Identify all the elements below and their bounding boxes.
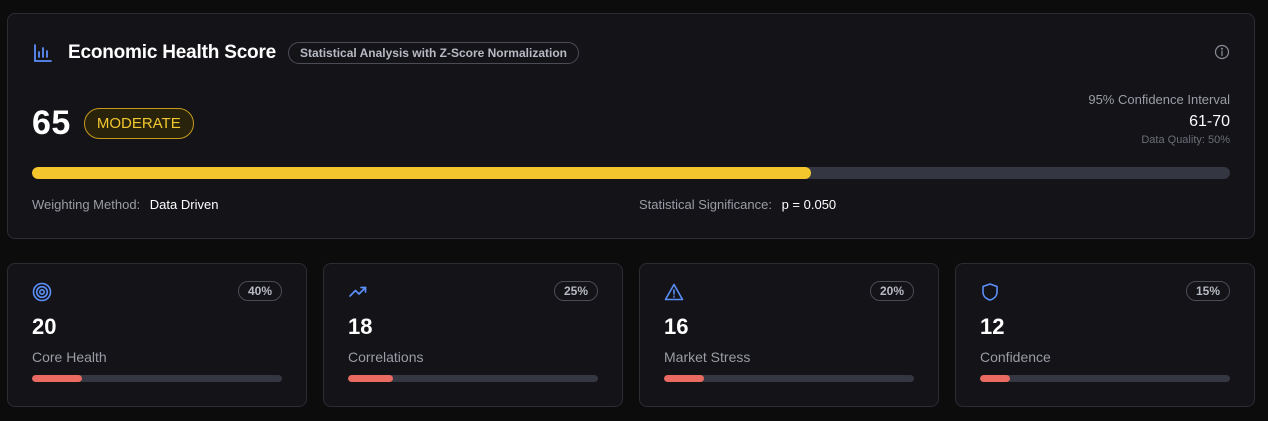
component-value: 16 xyxy=(664,314,689,339)
score-row: 65 MODERATE xyxy=(32,104,194,143)
component-card-correlations: 25% 18 Correlations xyxy=(323,263,623,407)
card-header: Economic Health Score Statistical Analys… xyxy=(32,42,579,64)
component-progress-fill xyxy=(664,375,704,382)
component-progress-fill xyxy=(980,375,1010,382)
subtitle-badge: Statistical Analysis with Z-Score Normal… xyxy=(288,42,579,64)
confidence-interval: 95% Confidence Interval 61-70 Data Quali… xyxy=(1088,92,1230,146)
weighting-method-value: Data Driven xyxy=(149,197,219,212)
component-value: 12 xyxy=(980,314,1005,339)
bar-chart-icon xyxy=(32,42,54,64)
health-score-value: 65 xyxy=(32,104,71,142)
component-label: Confidence xyxy=(980,349,1051,365)
component-progress-bar xyxy=(980,375,1230,382)
weighting-method-label: Weighting Method: xyxy=(32,197,141,212)
weight-badge: 15% xyxy=(1185,281,1230,301)
component-card-confidence: 15% 12 Confidence xyxy=(955,263,1255,407)
target-icon xyxy=(32,282,52,302)
page-title: Economic Health Score xyxy=(68,42,277,63)
statistical-significance-value: p = 0.050 xyxy=(781,197,837,212)
weight-badge: 20% xyxy=(869,281,914,301)
confidence-interval-value: 61-70 xyxy=(1189,113,1230,130)
data-quality: Data Quality: 50% xyxy=(1141,134,1230,146)
component-progress-fill xyxy=(348,375,393,382)
component-label: Market Stress xyxy=(664,349,751,365)
alert-triangle-icon xyxy=(664,282,684,302)
weight-badge: 40% xyxy=(237,281,282,301)
component-card-core-health: 40% 20 Core Health xyxy=(7,263,307,407)
component-label: Correlations xyxy=(348,349,424,365)
component-value: 20 xyxy=(32,314,57,339)
status-badge: MODERATE xyxy=(83,108,194,139)
health-score-progress-bar xyxy=(32,167,1230,179)
component-progress-bar xyxy=(32,375,282,382)
economic-health-card: Economic Health Score Statistical Analys… xyxy=(7,13,1255,239)
trending-up-icon xyxy=(348,282,368,302)
component-value: 18 xyxy=(348,314,373,339)
health-score-progress-fill xyxy=(32,167,811,179)
shield-icon xyxy=(980,282,1000,302)
statistical-significance-label: Statistical Significance: xyxy=(639,197,772,212)
statistical-significance: Statistical Significance: p = 0.050 xyxy=(639,197,836,212)
info-icon[interactable] xyxy=(1214,44,1230,60)
component-label: Core Health xyxy=(32,349,107,365)
component-progress-bar xyxy=(348,375,598,382)
component-card-market-stress: 20% 16 Market Stress xyxy=(639,263,939,407)
confidence-interval-label: 95% Confidence Interval xyxy=(1088,92,1230,107)
weight-badge: 25% xyxy=(553,281,598,301)
weighting-method: Weighting Method: Data Driven xyxy=(32,197,218,212)
component-progress-bar xyxy=(664,375,914,382)
component-progress-fill xyxy=(32,375,82,382)
